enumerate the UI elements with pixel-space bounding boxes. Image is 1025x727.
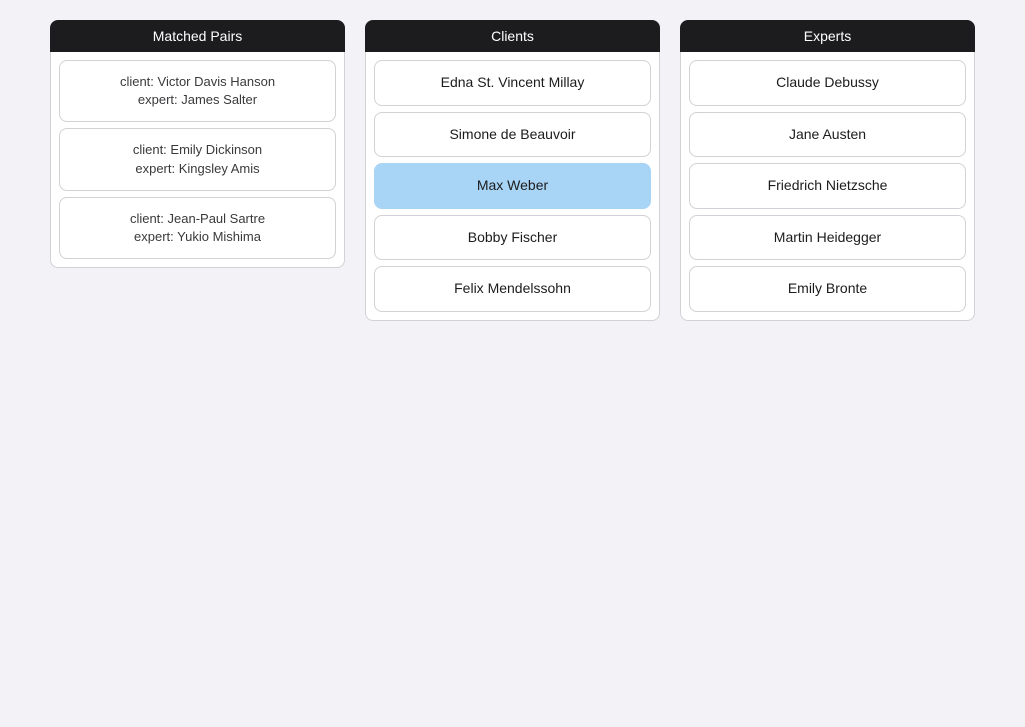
- matched-pair-client-3: client: Jean-Paul Sartre: [76, 210, 319, 228]
- matched-pair-item[interactable]: client: Jean-Paul Sartre expert: Yukio M…: [59, 197, 336, 259]
- expert-item[interactable]: Martin Heidegger: [689, 215, 966, 261]
- matched-pair-expert-3: expert: Yukio Mishima: [76, 228, 319, 246]
- clients-column: Clients Edna St. Vincent Millay Simone d…: [365, 20, 660, 321]
- expert-name-1: Claude Debussy: [776, 74, 879, 90]
- expert-name-2: Jane Austen: [789, 126, 866, 142]
- client-item[interactable]: Felix Mendelssohn: [374, 266, 651, 312]
- matched-pair-client-1: client: Victor Davis Hanson: [76, 73, 319, 91]
- main-container: Matched Pairs client: Victor Davis Hanso…: [0, 0, 1025, 341]
- expert-item[interactable]: Claude Debussy: [689, 60, 966, 106]
- clients-header: Clients: [365, 20, 660, 52]
- experts-header: Experts: [680, 20, 975, 52]
- experts-body: Claude Debussy Jane Austen Friedrich Nie…: [680, 52, 975, 321]
- client-item[interactable]: Edna St. Vincent Millay: [374, 60, 651, 106]
- expert-item[interactable]: Jane Austen: [689, 112, 966, 158]
- client-name-5: Felix Mendelssohn: [454, 280, 571, 296]
- expert-name-3: Friedrich Nietzsche: [768, 177, 888, 193]
- client-item-selected[interactable]: Max Weber: [374, 163, 651, 209]
- expert-name-5: Emily Bronte: [788, 280, 867, 296]
- client-item[interactable]: Simone de Beauvoir: [374, 112, 651, 158]
- experts-column: Experts Claude Debussy Jane Austen Fried…: [680, 20, 975, 321]
- expert-item[interactable]: Friedrich Nietzsche: [689, 163, 966, 209]
- client-name-4: Bobby Fischer: [468, 229, 557, 245]
- clients-body: Edna St. Vincent Millay Simone de Beauvo…: [365, 52, 660, 321]
- client-name-1: Edna St. Vincent Millay: [441, 74, 585, 90]
- client-name-2: Simone de Beauvoir: [449, 126, 575, 142]
- matched-pairs-header: Matched Pairs: [50, 20, 345, 52]
- matched-pair-item[interactable]: client: Emily Dickinson expert: Kingsley…: [59, 128, 336, 190]
- matched-pair-expert-1: expert: James Salter: [76, 91, 319, 109]
- client-name-3: Max Weber: [477, 177, 548, 193]
- matched-pair-client-2: client: Emily Dickinson: [76, 141, 319, 159]
- expert-name-4: Martin Heidegger: [774, 229, 881, 245]
- expert-item[interactable]: Emily Bronte: [689, 266, 966, 312]
- client-item[interactable]: Bobby Fischer: [374, 215, 651, 261]
- matched-pair-item[interactable]: client: Victor Davis Hanson expert: Jame…: [59, 60, 336, 122]
- matched-pairs-column: Matched Pairs client: Victor Davis Hanso…: [50, 20, 345, 268]
- matched-pairs-body: client: Victor Davis Hanson expert: Jame…: [50, 52, 345, 268]
- matched-pair-expert-2: expert: Kingsley Amis: [76, 160, 319, 178]
